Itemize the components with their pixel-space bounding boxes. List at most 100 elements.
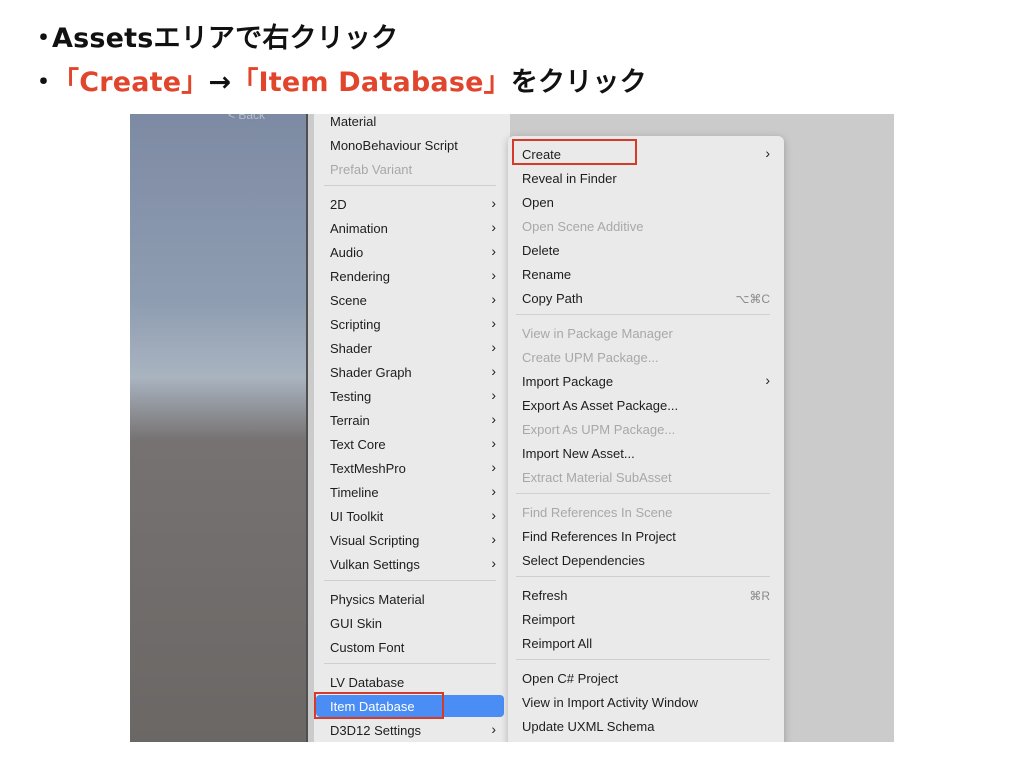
menu-item-monobehaviour-script[interactable]: MonoBehaviour Script <box>314 134 510 156</box>
menu-item-reimport[interactable]: Reimport <box>508 608 784 630</box>
menu-item-label: LV Database <box>330 675 405 690</box>
menu-item-label: Shader <box>330 341 372 356</box>
menu-item-timeline[interactable]: Timeline › <box>314 481 510 503</box>
menu-item-gui-skin[interactable]: GUI Skin <box>314 612 510 634</box>
menu-item-export-as-asset-package[interactable]: Export As Asset Package... <box>508 394 784 416</box>
chevron-right-icon: › <box>491 387 496 403</box>
menu-item-label: Custom Font <box>330 640 405 655</box>
shortcut-label: ⌥⌘C <box>735 292 771 306</box>
menu-item-ui-toolkit[interactable]: UI Toolkit › <box>314 505 510 527</box>
menu-item-label: Prefab Variant <box>330 162 413 177</box>
menu-item-visual-scripting[interactable]: Visual Scripting › <box>314 529 510 551</box>
bullet-mark: ・ <box>30 23 58 54</box>
menu-item-lv-database[interactable]: LV Database <box>314 671 510 693</box>
menu-item-audio[interactable]: Audio › <box>314 241 510 263</box>
instruction-tail: をクリック <box>510 67 647 98</box>
instruction-text: Assetsエリアで右クリック <box>52 23 399 54</box>
menu-item-extract-material-subasset: Extract Material SubAsset <box>508 466 784 488</box>
menu-item-label: Terrain <box>330 413 370 428</box>
menu-item-reimport-all[interactable]: Reimport All <box>508 632 784 654</box>
menu-item-copy-path[interactable]: Copy Path ⌥⌘C <box>508 287 784 309</box>
menu-item-find-references-in-project[interactable]: Find References In Project <box>508 525 784 547</box>
chevron-right-icon: › <box>491 531 496 547</box>
menu-item-shader-graph[interactable]: Shader Graph › <box>314 361 510 383</box>
menu-item-d3d12-settings[interactable]: D3D12 Settings › <box>314 719 510 741</box>
menu-item-reveal-in-finder[interactable]: Reveal in Finder <box>508 167 784 189</box>
menu-item-import-package[interactable]: Import Package › <box>508 370 784 392</box>
menu-item-label: Rendering <box>330 269 390 284</box>
chevron-right-icon: › <box>491 363 496 379</box>
instruction-line-1: ・Assetsエリアで右クリック <box>30 16 398 55</box>
menu-separator <box>516 314 770 315</box>
arrow-text: → <box>208 67 232 98</box>
menu-item-refresh[interactable]: Refresh ⌘R <box>508 584 784 606</box>
menu-item-scene[interactable]: Scene › <box>314 289 510 311</box>
chevron-right-icon: › <box>491 315 496 331</box>
chevron-right-icon: › <box>491 339 496 355</box>
menu-item-label: Reimport <box>522 612 575 627</box>
back-label[interactable]: < Back <box>228 114 265 122</box>
menu-separator <box>516 493 770 494</box>
menu-item-label: Visual Scripting <box>330 533 420 548</box>
menu-item-textmeshpro[interactable]: TextMeshPro › <box>314 457 510 479</box>
menu-item-label: Rename <box>522 267 572 282</box>
menu-item-label: Select Dependencies <box>522 553 645 568</box>
menu-item-label: Find References In Project <box>522 529 676 544</box>
menu-item-material[interactable]: Material <box>314 114 510 132</box>
menu-item-label: Import Package <box>522 374 614 389</box>
item-database-keyword: 「Item Database」 <box>231 67 511 98</box>
menu-item-view-in-package-manager: View in Package Manager <box>508 322 784 344</box>
menu-item-find-references-in-scene: Find References In Scene <box>508 501 784 523</box>
menu-item-animation[interactable]: Animation › <box>314 217 510 239</box>
menu-item-label: Create UPM Package... <box>522 350 659 365</box>
menu-item-label: Testing <box>330 389 372 404</box>
menu-item-label: View in Package Manager <box>522 326 673 341</box>
create-keyword: 「Create」 <box>52 67 209 98</box>
menu-item-label: UI Toolkit <box>330 509 384 524</box>
create-submenu: Material MonoBehaviour Script Prefab Var… <box>314 114 510 742</box>
menu-item-rename[interactable]: Rename <box>508 263 784 285</box>
chevron-right-icon: › <box>491 459 496 475</box>
menu-item-label: Physics Material <box>330 592 425 607</box>
menu-item-shader[interactable]: Shader › <box>314 337 510 359</box>
menu-item-terrain[interactable]: Terrain › <box>314 409 510 431</box>
menu-item-view-in-import-activity-window[interactable]: View in Import Activity Window <box>508 691 784 713</box>
menu-item-update-uxml-schema[interactable]: Update UXML Schema <box>508 715 784 737</box>
chevron-right-icon: › <box>765 372 770 388</box>
chevron-right-icon: › <box>491 291 496 307</box>
menu-item-rendering[interactable]: Rendering › <box>314 265 510 287</box>
menu-item-testing[interactable]: Testing › <box>314 385 510 407</box>
menu-item-label: TextMeshPro <box>330 461 406 476</box>
menu-item-label: Open C# Project <box>522 671 619 686</box>
menu-item-label: Timeline <box>330 485 379 500</box>
menu-item-label: View in Import Activity Window <box>522 695 699 710</box>
chevron-right-icon: › <box>765 145 770 161</box>
menu-item-label: Audio <box>330 245 364 260</box>
menu-item-label: Update UXML Schema <box>522 719 655 734</box>
menu-item-text-core[interactable]: Text Core › <box>314 433 510 455</box>
menu-item-physics-material[interactable]: Physics Material <box>314 588 510 610</box>
menu-item-delete[interactable]: Delete <box>508 239 784 261</box>
unity-screenshot: < Back Material MonoBehaviour Script Pre… <box>130 114 894 742</box>
menu-item-custom-font[interactable]: Custom Font <box>314 636 510 658</box>
menu-item-scripting[interactable]: Scripting › <box>314 313 510 335</box>
menu-item-vulkan-settings[interactable]: Vulkan Settings › <box>314 553 510 575</box>
menu-item-label: Open <box>522 195 554 210</box>
menu-item-label: Scripting <box>330 317 381 332</box>
menu-item-label: Copy Path <box>522 291 583 306</box>
instruction-line-2: ・「Create」→「Item Database」をクリック <box>30 60 647 99</box>
menu-item-label: Reveal in Finder <box>522 171 617 186</box>
menu-item-select-dependencies[interactable]: Select Dependencies <box>508 549 784 571</box>
chevron-right-icon: › <box>491 267 496 283</box>
menu-item-label: D3D12 Settings <box>330 723 422 738</box>
menu-separator <box>324 185 496 186</box>
menu-item-label: Material <box>330 114 377 129</box>
create-highlight-box <box>512 139 637 165</box>
shortcut-label: ⌘R <box>749 589 770 603</box>
menu-item-import-new-asset[interactable]: Import New Asset... <box>508 442 784 464</box>
menu-item-open-csharp-project[interactable]: Open C# Project <box>508 667 784 689</box>
menu-item-label: Animation <box>330 221 388 236</box>
menu-item-2d[interactable]: 2D › <box>314 193 510 215</box>
menu-item-open[interactable]: Open <box>508 191 784 213</box>
menu-item-create-upm-package: Create UPM Package... <box>508 346 784 368</box>
